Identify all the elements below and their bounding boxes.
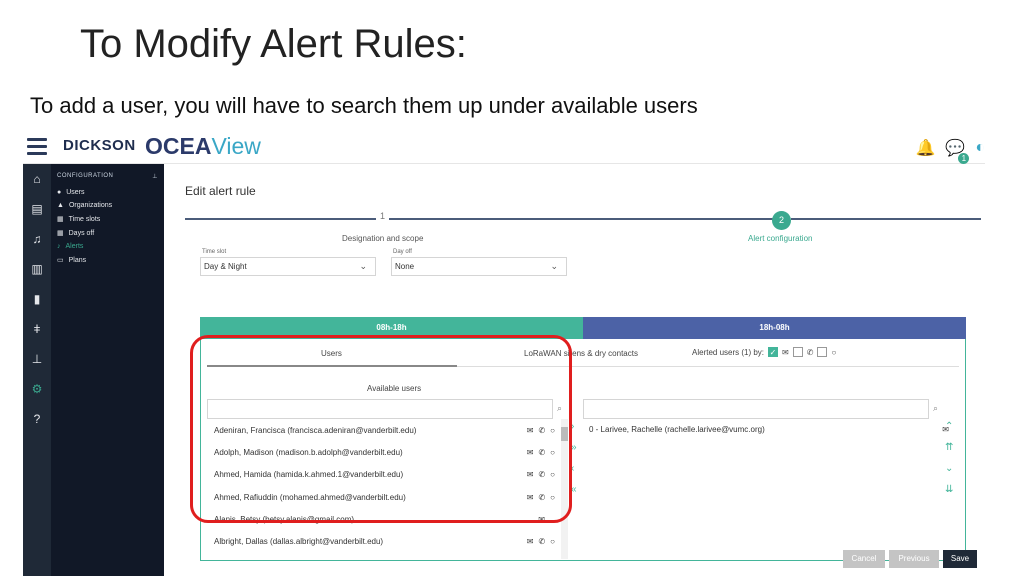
search-icon[interactable]: ⌕ (933, 403, 938, 414)
sidebar-item-alerts[interactable]: ♪ Alerts (51, 240, 164, 253)
home-icon[interactable]: ⌂ (23, 164, 51, 194)
brand-dickson: DICKSON (63, 137, 136, 154)
step-2-circle[interactable]: 2 (772, 211, 791, 230)
dayoff-select[interactable]: None ⌄ (391, 257, 567, 276)
stepper-line-2 (791, 218, 981, 220)
top-bar: DICKSON OCEAView 🔔 💬 1 ◐ (23, 132, 985, 164)
mail-icon: ✉ (526, 537, 534, 547)
brand-oceaview: OCEAView (145, 133, 261, 159)
step-1-number[interactable]: 1 (376, 211, 390, 221)
move-bottom-icon[interactable]: ⇊ (945, 484, 953, 495)
mail-icon: ✉ (782, 347, 789, 357)
config-sidebar: CONFIGURATION ⊥ ● Users ▲ Organizations ▦ Ti… (51, 164, 164, 576)
icon-rail: ⌂ ▤ ♫ ▥ ▮ ǂ ⊥ ⚙ ? (23, 164, 51, 576)
user-icon: ● (57, 189, 62, 196)
calendar-icon: ▦ (57, 230, 64, 237)
mail-checkbox[interactable]: ✓ (768, 347, 779, 357)
phone-checkbox[interactable] (792, 347, 803, 357)
move-up-icon[interactable]: ⌃ (945, 421, 953, 432)
page-title: Edit alert rule (185, 184, 256, 198)
phone-icon: ✆ (538, 537, 546, 547)
gear-icon[interactable]: ⚙ (23, 374, 51, 404)
list-item[interactable]: Albright, Dallas (dallas.albright@vander… (207, 530, 567, 552)
highlight-annotation (190, 335, 572, 523)
phone-icon: ✆ (806, 347, 814, 357)
chevron-down-icon: ⌄ (359, 261, 367, 271)
device-icon[interactable]: ▮ (23, 284, 51, 314)
timeslot-label: Time slot (202, 249, 227, 255)
map-icon: ▭ (57, 257, 64, 264)
sidebar-item-plans[interactable]: ▭ Plans (51, 253, 164, 267)
order-arrows: ⌃ ⇈ ⌄ ⇊ (945, 421, 953, 495)
notification-badge: 1 (958, 153, 970, 164)
calendar-icon: ▦ (57, 216, 64, 223)
sidebar-item-users[interactable]: ● Users (51, 186, 164, 199)
stepper-line (185, 218, 775, 220)
move-down-icon[interactable]: ⌄ (945, 463, 953, 474)
bell-icon: ♪ (57, 243, 61, 250)
thermometer-icon[interactable]: ǂ (23, 314, 51, 344)
avatar[interactable]: ◐ (975, 139, 985, 157)
previous-button[interactable]: Previous (889, 550, 939, 568)
dayoff-label: Day off (393, 249, 412, 255)
org-icon: ▲ (57, 202, 64, 209)
save-button[interactable]: Save (943, 550, 977, 568)
timeslot-select[interactable]: Day & Night ⌄ (200, 257, 376, 276)
alerted-user-row[interactable]: 0 - Larivee, Rachelle (rachelle.larivee@… (589, 425, 949, 434)
bell-icon[interactable]: 🔔 (915, 138, 935, 158)
tab-18h-08h[interactable]: 18h-08h (583, 317, 966, 339)
alarm-icon[interactable]: ♫ (23, 224, 51, 254)
move-top-icon[interactable]: ⇈ (945, 442, 953, 453)
sidebar-item-days-off[interactable]: ▦ Days off (51, 226, 164, 240)
sidebar-item-organizations[interactable]: ▲ Organizations (51, 199, 164, 212)
sidebar-item-time-slots[interactable]: ▦ Time slots (51, 212, 164, 226)
chat-icon[interactable]: 💬 1 (945, 138, 970, 164)
slide-subtitle: To add a user, you will have to search t… (30, 93, 698, 118)
chat-icon: ○ (831, 347, 837, 357)
pin-icon[interactable]: ⊥ (152, 173, 158, 180)
slide-title: To Modify Alert Rules: (80, 22, 467, 66)
menu-icon[interactable] (27, 138, 47, 156)
chevron-down-icon: ⌄ (550, 261, 558, 271)
sidebar-section-title: CONFIGURATION (57, 173, 114, 179)
chat-checkbox[interactable] (817, 347, 828, 357)
building-icon[interactable]: ▥ (23, 254, 51, 284)
help-icon[interactable]: ? (23, 404, 51, 434)
router-icon[interactable]: ⊥ (23, 344, 51, 374)
chat-icon: ○ (550, 537, 555, 547)
alerted-users-header: Alerted users (1) by: ✓ ✉ ✆ ○ (692, 347, 837, 357)
report-icon[interactable]: ▤ (23, 194, 51, 224)
alerted-search-input[interactable] (583, 399, 929, 419)
cancel-button[interactable]: Cancel (843, 550, 885, 568)
step-2-label[interactable]: Alert configuration (748, 234, 812, 243)
step-1-label[interactable]: Designation and scope (342, 234, 423, 243)
